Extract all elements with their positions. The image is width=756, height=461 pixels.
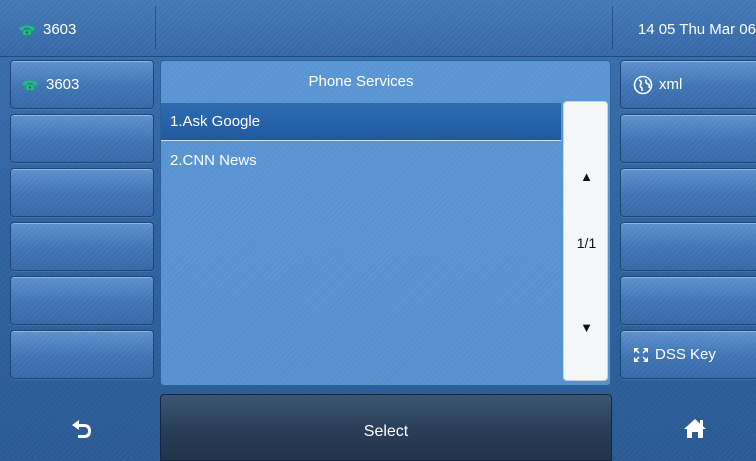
line-key-4[interactable] xyxy=(10,222,154,271)
status-bar: 3603 14 05 Thu Mar 06 xyxy=(0,0,756,57)
list-item-label: 2.CNN News xyxy=(170,151,257,169)
panel-title: Phone Services xyxy=(308,73,414,90)
line-key-dss[interactable]: DSS Key xyxy=(620,330,756,379)
dss-key-icon xyxy=(633,347,649,363)
line-key-label: 3603 xyxy=(46,76,80,93)
status-divider xyxy=(612,6,613,50)
line-key-xml[interactable]: xml xyxy=(620,60,756,109)
phone-icon xyxy=(21,79,39,91)
line-key-1[interactable]: 3603 xyxy=(10,60,154,109)
line-key-r2[interactable] xyxy=(620,114,756,163)
line-key-r3[interactable] xyxy=(620,168,756,217)
globe-icon xyxy=(633,75,653,95)
scroll-up-icon[interactable]: ▲ xyxy=(564,169,609,184)
line-key-r4[interactable] xyxy=(620,222,756,271)
home-button[interactable] xyxy=(620,395,756,461)
line-key-label: DSS Key xyxy=(655,346,716,363)
line-key-6[interactable] xyxy=(10,330,154,379)
services-list: 1.Ask Google 2.CNN News xyxy=(161,103,561,179)
status-line-indicator: 3603 xyxy=(18,21,76,38)
line-key-5[interactable] xyxy=(10,276,154,325)
select-button[interactable]: Select xyxy=(160,394,612,461)
phone-screen: 3603 14 05 Thu Mar 06 3603 xml DSS Key P… xyxy=(0,0,756,461)
phone-icon xyxy=(18,24,36,36)
list-item-ask-google[interactable]: 1.Ask Google xyxy=(161,103,561,141)
home-icon xyxy=(683,417,707,439)
status-datetime: 14 05 Thu Mar 06 xyxy=(637,21,756,38)
back-button[interactable] xyxy=(10,395,154,461)
line-key-3[interactable] xyxy=(10,168,154,217)
line-key-label: xml xyxy=(659,76,683,93)
status-divider xyxy=(155,6,156,50)
list-item-cnn-news[interactable]: 2.CNN News xyxy=(161,141,561,179)
scroll-down-icon[interactable]: ▼ xyxy=(564,320,609,335)
softkey-bar: Select xyxy=(0,388,756,461)
back-arrow-icon xyxy=(70,417,94,439)
line-key-r5[interactable] xyxy=(620,276,756,325)
page-indicator: 1/1 xyxy=(576,235,597,251)
status-line-label: 3603 xyxy=(43,21,77,38)
select-label: Select xyxy=(363,422,409,440)
phone-services-panel: Phone Services 1.Ask Google 2.CNN News ▲… xyxy=(160,60,611,386)
line-key-2[interactable] xyxy=(10,114,154,163)
scrollbar[interactable]: ▲ 1/1 ▼ xyxy=(563,101,608,381)
list-item-label: 1.Ask Google xyxy=(170,113,261,130)
